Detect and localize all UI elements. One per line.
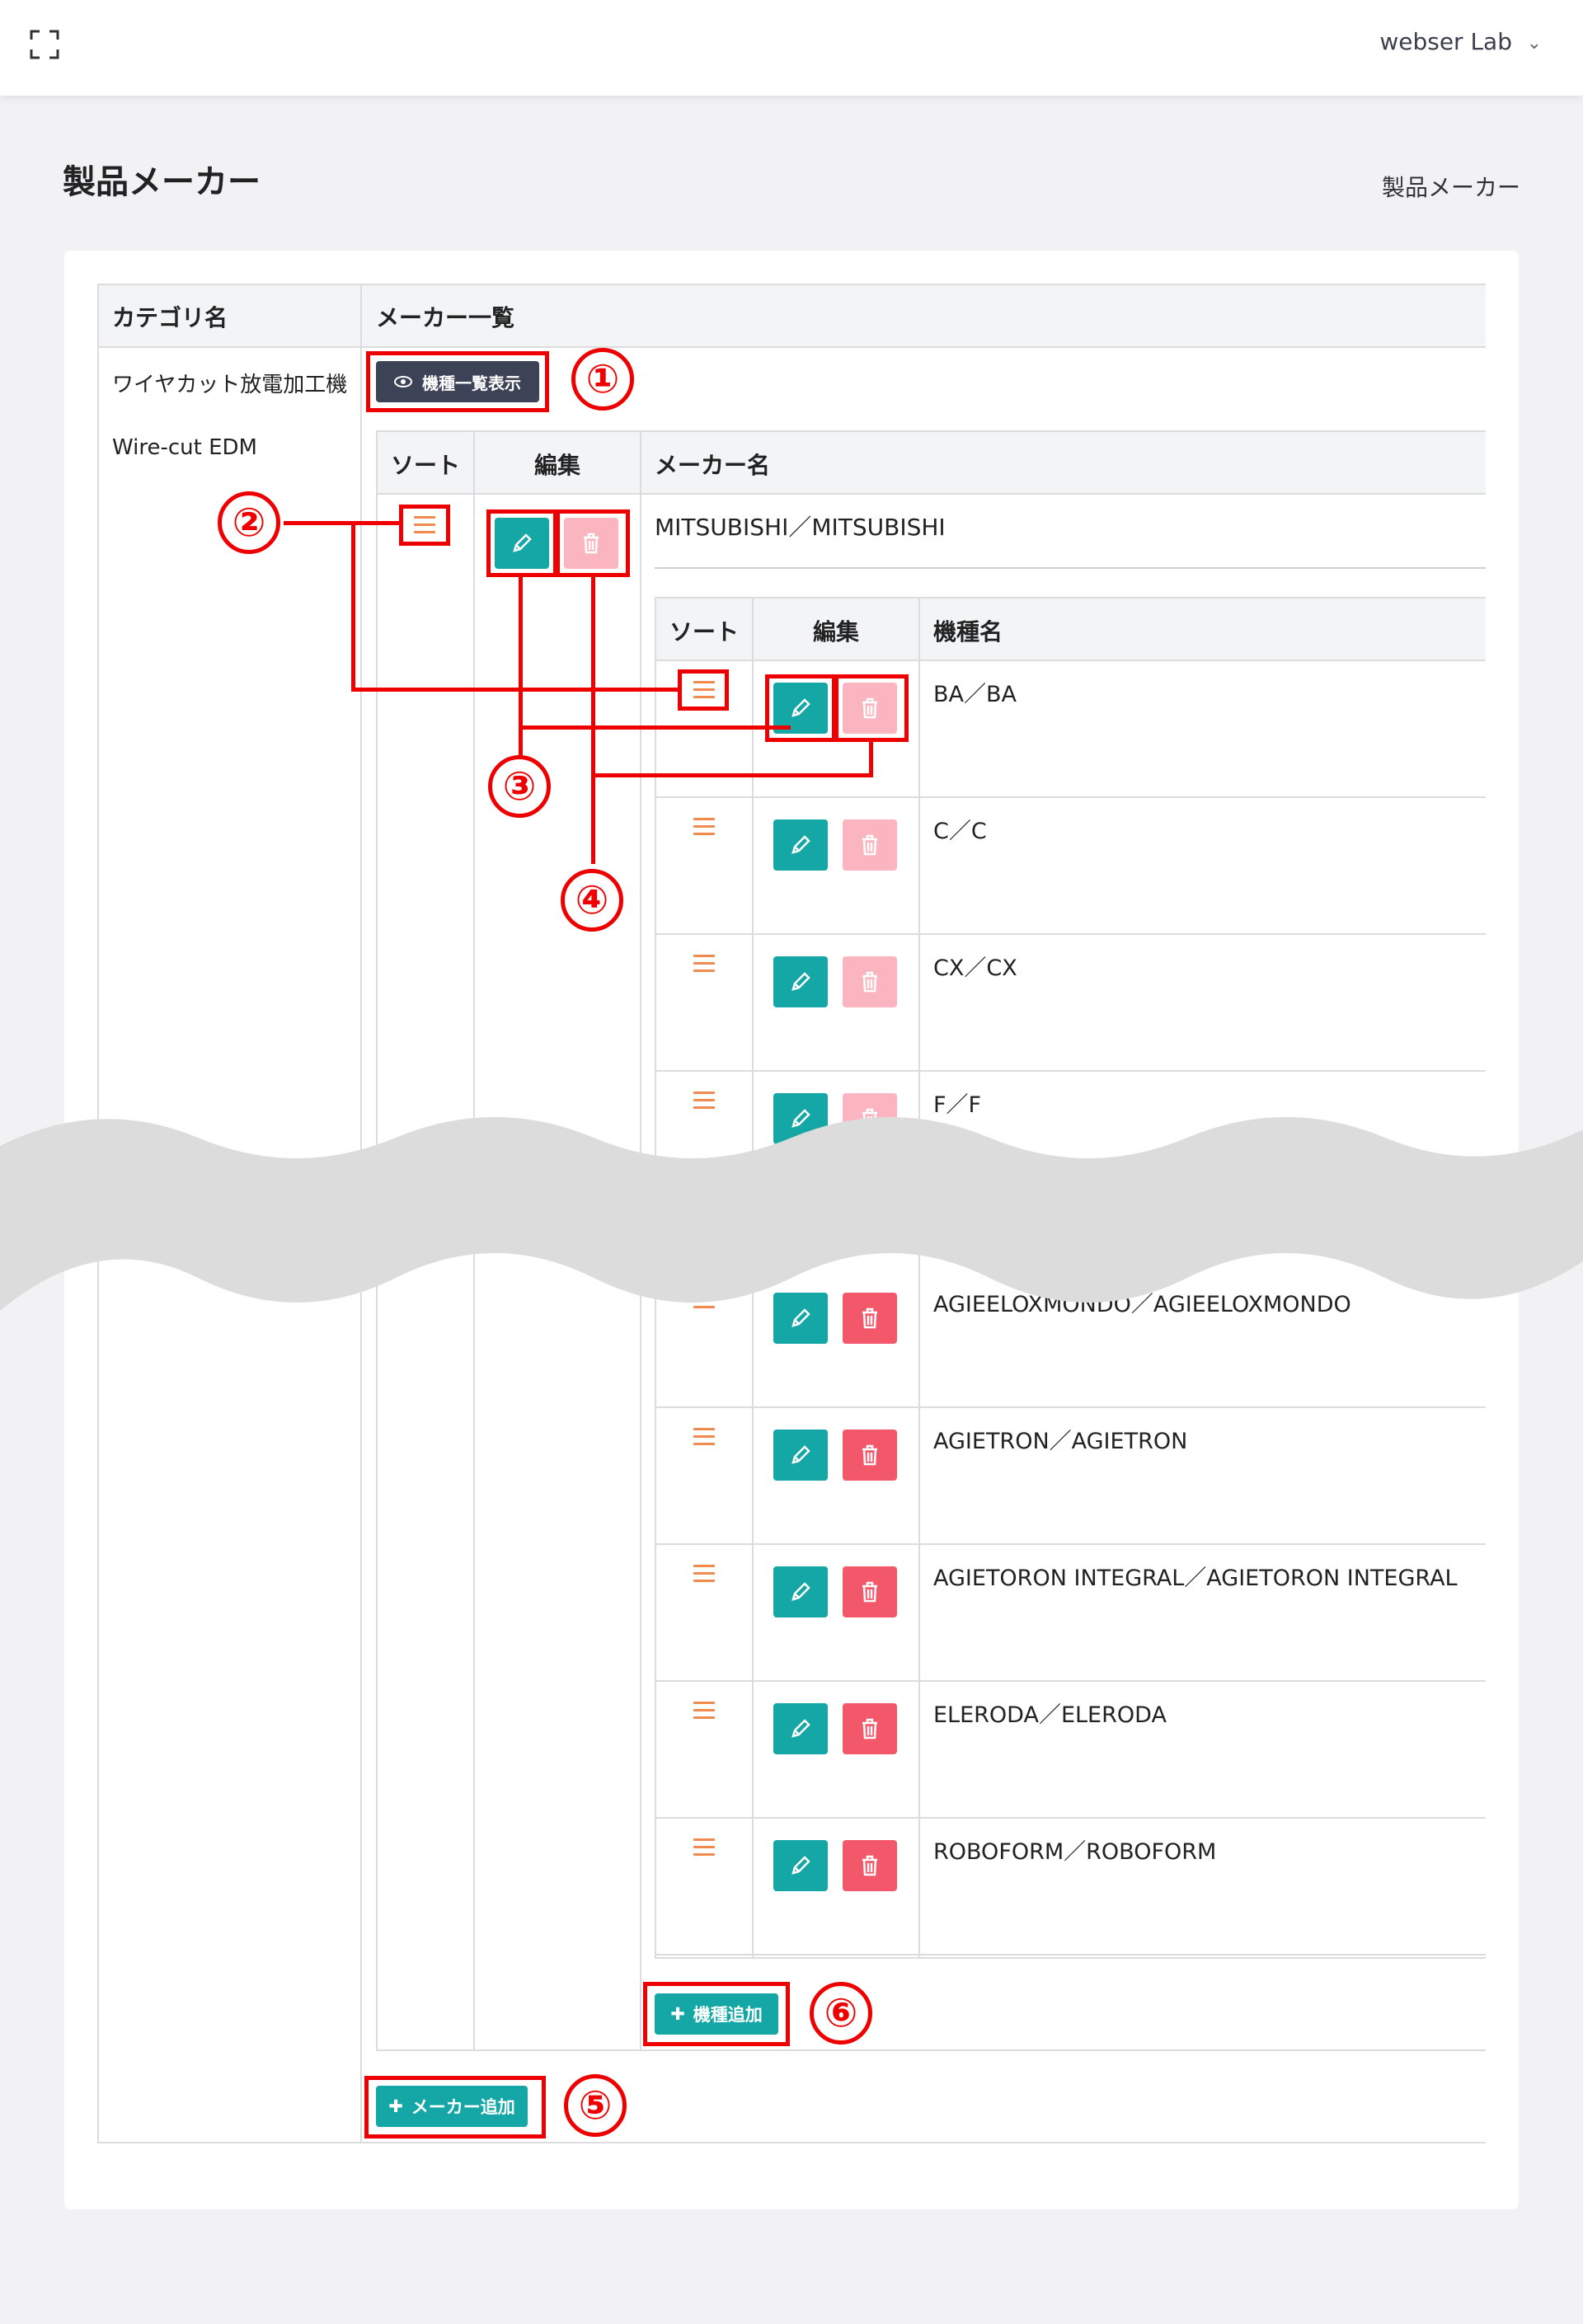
annotation-box-model-sort: [678, 669, 729, 711]
model-edit-button[interactable]: [773, 1566, 828, 1617]
model-name: ELERODA／ELERODA: [933, 1702, 1167, 1728]
annotation-box-model-delete: [834, 674, 909, 742]
sort-handle-icon[interactable]: [693, 1838, 715, 1857]
maker-column-name: メーカー名: [655, 452, 771, 479]
annotation-box-show-models: [366, 351, 549, 412]
connector-line: [519, 577, 523, 758]
callout-6: ⑥: [810, 1982, 872, 2045]
model-delete-button[interactable]: [843, 1703, 897, 1754]
model-delete-button[interactable]: [843, 1840, 897, 1891]
category-name-ja: ワイヤカット放電加工機: [112, 373, 348, 397]
connector-line: [591, 577, 595, 864]
annotation-box-add-maker: [364, 2076, 546, 2139]
top-bar: [0, 0, 1583, 96]
annotation-box-add-model: [643, 1982, 790, 2046]
model-edit-button[interactable]: [773, 1840, 828, 1891]
model-column-edit: 編集: [813, 618, 860, 646]
annotation-box-maker-sort: [399, 505, 450, 546]
sort-handle-icon[interactable]: [693, 818, 715, 836]
callout-4: ④: [561, 869, 623, 932]
model-column-name: 機種名: [933, 618, 1003, 646]
column-header-category: カテゴリ名: [112, 304, 228, 331]
connector-line: [351, 688, 679, 692]
pencil-icon: [792, 835, 810, 854]
pencil-icon: [792, 1445, 810, 1464]
model-name: C／C: [933, 819, 987, 844]
model-name: BA／BA: [933, 682, 1017, 707]
sort-handle-icon[interactable]: [693, 1565, 715, 1583]
connector-line: [284, 521, 399, 525]
pencil-icon: [792, 1719, 810, 1738]
model-name: AGIETORON INTEGRAL／AGIETORON INTEGRAL: [933, 1566, 1458, 1591]
model-delete-button[interactable]: [843, 819, 897, 871]
trash-icon: [862, 834, 877, 856]
model-name: ROBOFORM／ROBOFORM: [933, 1839, 1217, 1865]
callout-1: ①: [571, 348, 634, 411]
annotation-box-model-edit: [765, 674, 836, 742]
model-delete-button[interactable]: [843, 1566, 897, 1617]
pencil-icon: [792, 972, 810, 991]
cropped-section-break: [0, 1117, 1583, 1311]
model-delete-button[interactable]: [843, 1430, 897, 1481]
model-column-sort: ソート: [669, 618, 740, 646]
callout-5: ⑤: [564, 2074, 627, 2137]
maker-column-sort: ソート: [391, 452, 461, 479]
category-name-en: Wire-cut EDM: [112, 435, 257, 460]
maker-name: MITSUBISHI／MITSUBISHI: [655, 514, 946, 541]
sort-handle-icon[interactable]: [693, 955, 715, 973]
model-delete-button[interactable]: [843, 956, 897, 1007]
model-edit-button[interactable]: [773, 956, 828, 1007]
chevron-down-icon[interactable]: ⌄: [1527, 33, 1542, 54]
callout-3: ③: [488, 755, 551, 818]
trash-icon: [862, 1718, 877, 1739]
trash-icon: [862, 1581, 877, 1603]
trash-icon: [862, 971, 877, 993]
model-edit-button[interactable]: [773, 819, 828, 871]
column-header-makers: メーカー一覧: [376, 304, 515, 331]
connector-line: [591, 773, 873, 777]
connector-line: [519, 725, 791, 730]
sort-handle-icon[interactable]: [693, 1702, 715, 1720]
connector-line: [869, 742, 873, 777]
model-edit-button[interactable]: [773, 1703, 828, 1754]
sort-handle-icon[interactable]: [693, 1428, 715, 1446]
model-edit-button[interactable]: [773, 1430, 828, 1481]
trash-icon: [862, 1855, 877, 1876]
annotation-box-maker-edit: [486, 509, 557, 577]
callout-2: ②: [218, 491, 280, 554]
outer-table-header: [97, 284, 1486, 346]
page-title: 製品メーカー: [63, 163, 261, 201]
trash-icon: [862, 1444, 877, 1466]
model-name: AGIETRON／AGIETRON: [933, 1429, 1188, 1454]
connector-line: [351, 521, 355, 691]
model-name: CX／CX: [933, 955, 1017, 981]
user-menu[interactable]: webser Lab: [1379, 28, 1512, 55]
model-table-header: [655, 597, 1486, 660]
annotation-box-maker-delete: [556, 509, 630, 577]
pencil-icon: [792, 1582, 810, 1601]
breadcrumb[interactable]: 製品メーカー: [1382, 170, 1520, 203]
fullscreen-icon[interactable]: [30, 30, 59, 59]
pencil-icon: [792, 1856, 810, 1875]
maker-column-edit: 編集: [534, 452, 581, 479]
